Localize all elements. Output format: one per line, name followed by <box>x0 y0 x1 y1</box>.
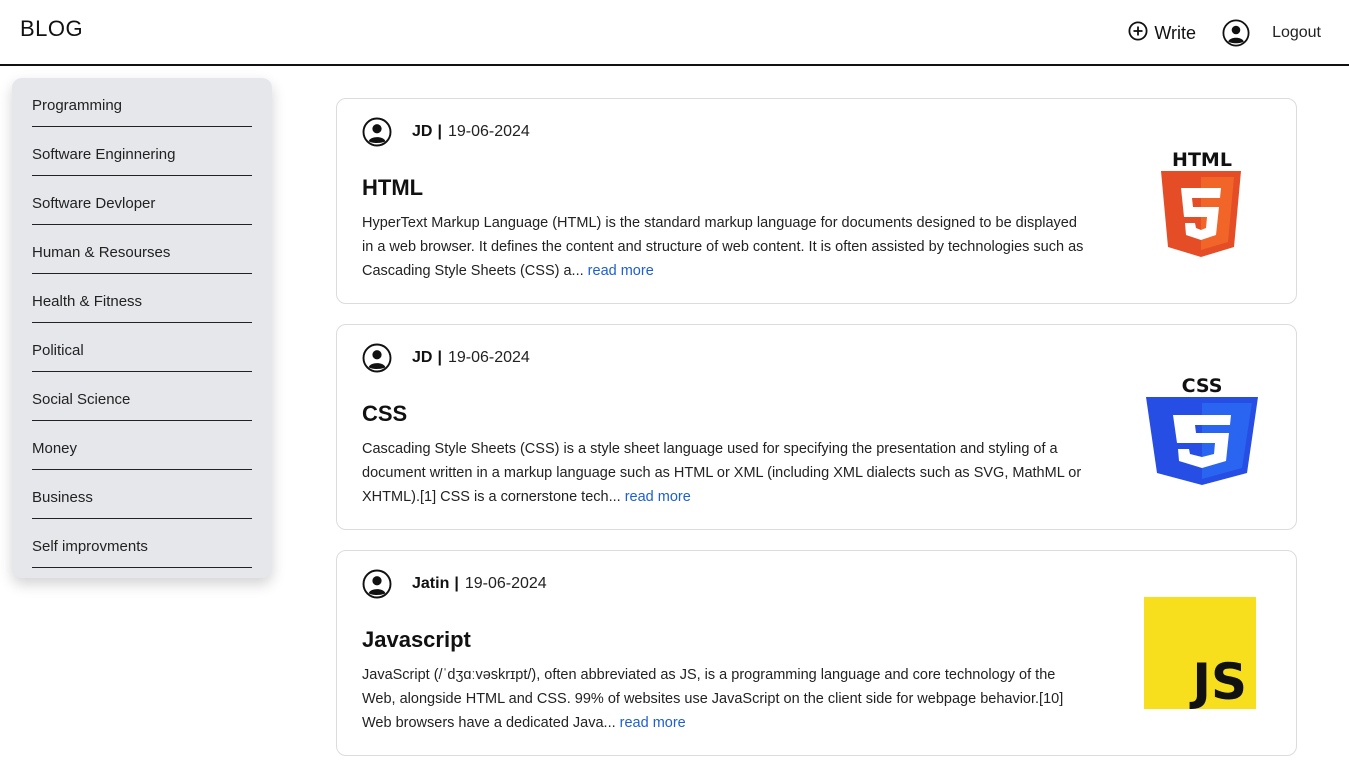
sidebar-item-political[interactable]: Political <box>32 323 252 372</box>
post-date: 19-06-2024 <box>447 349 530 366</box>
user-avatar-icon <box>362 117 392 147</box>
post-excerpt: Cascading Style Sheets (CSS) is a style … <box>362 437 1087 509</box>
meta-separator: | <box>437 349 442 366</box>
post-meta: JD | 19-06-2024 <box>362 343 530 373</box>
post-excerpt-text: Cascading Style Sheets (CSS) is a style … <box>362 441 1082 505</box>
sidebar-item-software-engineering[interactable]: Software Enginnering <box>32 127 252 176</box>
write-label: Write <box>1154 22 1197 43</box>
post-meta: Jatin | 19-06-2024 <box>362 569 547 599</box>
sidebar-item-human-resources[interactable]: Human & Resourses <box>32 225 252 274</box>
post-title[interactable]: HTML <box>362 175 423 201</box>
js-logo-text: JS <box>1189 653 1247 711</box>
post-card[interactable]: JD | 19-06-2024 CSS Cascading Style Shee… <box>336 324 1297 530</box>
post-title[interactable]: Javascript <box>362 627 471 653</box>
post-author: Jatin <box>412 575 450 592</box>
html5-logo-text: HTML <box>1172 149 1232 171</box>
post-excerpt-text: JavaScript (/ˈdʒɑːvəskrɪpt/), often abbr… <box>362 667 1064 731</box>
read-more-link[interactable]: read more <box>588 263 654 279</box>
js-logo-thumbnail: JS <box>1143 595 1261 713</box>
meta-separator: | <box>454 575 459 592</box>
html5-logo-thumbnail: HTML <box>1143 143 1261 261</box>
brand-logo-text[interactable]: BLOG <box>20 16 83 42</box>
post-card[interactable]: JD | 19-06-2024 HTML HyperText Markup La… <box>336 98 1297 304</box>
sidebar-item-money[interactable]: Money <box>32 421 252 470</box>
post-date: 19-06-2024 <box>447 123 530 140</box>
sidebar-item-social-science[interactable]: Social Science <box>32 372 252 421</box>
post-title[interactable]: CSS <box>362 401 407 427</box>
post-date: 19-06-2024 <box>464 575 547 592</box>
post-author: JD <box>412 349 433 366</box>
sidebar-item-business[interactable]: Business <box>32 470 252 519</box>
read-more-link[interactable]: read more <box>620 715 686 731</box>
logout-link[interactable]: Logout <box>1272 24 1321 42</box>
read-more-link[interactable]: read more <box>625 489 691 505</box>
sidebar-item-software-developer[interactable]: Software Devloper <box>32 176 252 225</box>
user-avatar-icon <box>362 343 392 373</box>
meta-separator: | <box>437 123 442 140</box>
css3-logo-text: CSS <box>1182 375 1223 397</box>
post-excerpt: JavaScript (/ˈdʒɑːvəskrɪpt/), often abbr… <box>362 663 1087 735</box>
header-nav: Write Logout <box>1128 18 1321 48</box>
post-excerpt: HyperText Markup Language (HTML) is the … <box>362 211 1087 283</box>
post-meta: JD | 19-06-2024 <box>362 117 530 147</box>
plus-circle-icon <box>1128 20 1148 46</box>
sidebar-item-self-improvements[interactable]: Self improvments <box>32 519 252 568</box>
top-header: BLOG Write Logout <box>0 0 1349 66</box>
post-author: JD <box>412 123 433 140</box>
post-card[interactable]: Jatin | 19-06-2024 Javascript JavaScript… <box>336 550 1297 756</box>
category-sidebar: Programming Software Enginnering Softwar… <box>12 78 272 578</box>
sidebar-item-health-fitness[interactable]: Health & Fitness <box>32 274 252 323</box>
sidebar-item-programming[interactable]: Programming <box>32 78 252 127</box>
user-avatar-icon <box>362 569 392 599</box>
post-excerpt-text: HyperText Markup Language (HTML) is the … <box>362 215 1084 279</box>
css3-logo-thumbnail: CSS <box>1143 369 1261 487</box>
user-profile-icon[interactable] <box>1222 19 1250 47</box>
write-button[interactable]: Write <box>1128 20 1197 46</box>
